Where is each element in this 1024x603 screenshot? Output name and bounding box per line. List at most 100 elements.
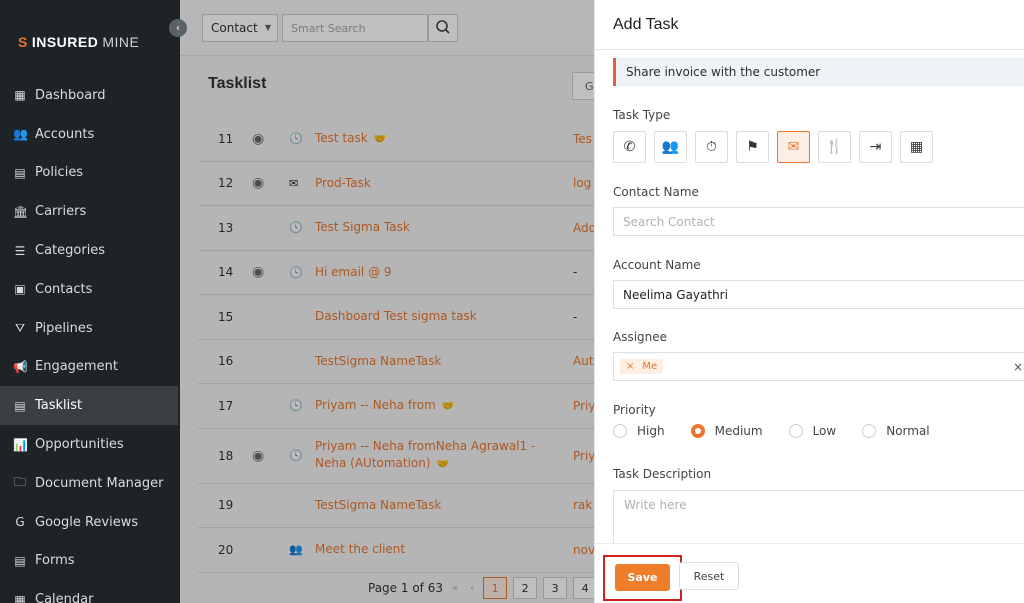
exit-icon: ⇥: [869, 139, 882, 155]
task-description-label: Task Description: [613, 467, 712, 481]
sidebar-item-label: Dashboard: [35, 87, 106, 103]
radio-label: Low: [812, 424, 837, 438]
sidebar-item-google-reviews[interactable]: G Google Reviews: [0, 503, 178, 542]
task-type-phone-button[interactable]: ✆: [613, 131, 646, 163]
contact-name-label: Contact Name: [613, 185, 699, 199]
sidebar-item-label: Engagement: [35, 359, 118, 375]
sidebar-item-label: Document Manager: [35, 475, 164, 491]
radio-circle[interactable]: [690, 424, 705, 438]
sidebar-item-label: Accounts: [35, 126, 95, 142]
calendar-icon: ▦: [14, 592, 26, 603]
contact-search-input[interactable]: Search Contact: [613, 207, 1024, 236]
task-type-clock-button[interactable]: ⏱: [695, 131, 728, 163]
task-type-exit-button[interactable]: ⇥: [859, 131, 892, 163]
clock-icon: ⏱: [706, 139, 717, 155]
sidebar-item-contacts[interactable]: ▣ Contacts: [0, 270, 178, 309]
assignee-chip[interactable]: × Me: [620, 359, 664, 374]
radio-label: Medium: [714, 424, 763, 438]
task-type-flag-button[interactable]: ⚑: [736, 131, 769, 163]
sidebar-item-engagement[interactable]: 📢 Engagement: [0, 348, 178, 387]
assignee-chip-label: Me: [642, 361, 658, 372]
drawer-footer: Save Reset: [595, 543, 1024, 603]
flag-icon: ⚑: [746, 139, 759, 155]
radio-label: Normal: [886, 424, 930, 438]
add-task-drawer: Add Task Share invoice with the customer…: [594, 0, 1024, 603]
account-name-label: Account Name: [613, 258, 701, 272]
pipelines-icon: ⛛: [14, 320, 26, 335]
reset-button[interactable]: Reset: [679, 562, 739, 590]
sidebar-item-label: Policies: [35, 165, 84, 181]
drawer-title: Add Task: [595, 0, 1024, 50]
chevron-left-icon: ‹: [176, 22, 180, 34]
sidebar-collapse-button[interactable]: ‹: [169, 19, 187, 37]
dashboard-icon: ▦: [14, 88, 26, 103]
priority-radio-group: High Medium Low Normal: [613, 424, 956, 438]
task-subject-field[interactable]: Share invoice with the customer: [613, 58, 1024, 86]
sidebar-item-label: Contacts: [35, 281, 93, 297]
task-type-grid-button[interactable]: ▦: [900, 131, 933, 163]
task-type-email-button[interactable]: ✉: [777, 131, 810, 163]
sidebar-item-label: Google Reviews: [35, 514, 139, 530]
radio-label: High: [637, 424, 665, 438]
sidebar-item-dashboard[interactable]: ▦ Dashboard: [0, 76, 178, 115]
account-name-field[interactable]: Neelima Gayathri: [613, 280, 1024, 309]
sidebar-item-carriers[interactable]: 🏛 Carriers: [0, 192, 178, 231]
email-icon: ✉: [787, 139, 800, 155]
sidebar-item-label: Carriers: [35, 204, 87, 220]
sidebar-item-label: Categories: [35, 243, 106, 259]
task-description-input[interactable]: Write here: [613, 490, 1024, 550]
chart-icon: 📊: [13, 437, 28, 452]
clear-icon[interactable]: ×: [1013, 360, 1023, 374]
save-button[interactable]: Save: [615, 564, 670, 591]
task-type-label: Task Type: [613, 108, 671, 122]
contacts-icon: ▣: [14, 282, 26, 297]
radio-circle[interactable]: [862, 424, 877, 438]
priority-normal-radio[interactable]: Normal: [862, 424, 930, 438]
sidebar: S INSURED MINE ▦ Dashboard 👥 Accounts ▤ Polici…: [0, 0, 180, 603]
chip-remove-icon[interactable]: ×: [626, 361, 634, 372]
sidebar-item-pipelines[interactable]: ⛛ Pipelines: [0, 309, 178, 348]
lunch-icon: 🍴: [825, 139, 844, 155]
task-type-group: ✆ 👥 ⏱ ⚑ ✉ 🍴 ⇥ ▦: [613, 131, 933, 163]
policies-icon: ▤: [14, 165, 26, 180]
logo-mark-icon: S: [18, 34, 28, 50]
carriers-icon: 🏛: [13, 204, 29, 219]
priority-label: Priority: [613, 403, 656, 417]
modal-backdrop[interactable]: [180, 0, 594, 603]
task-type-meeting-button[interactable]: 👥: [654, 131, 687, 163]
tasklist-icon: ▤: [14, 398, 26, 413]
sidebar-item-forms[interactable]: ▤ Forms: [0, 542, 178, 581]
sidebar-item-accounts[interactable]: 👥 Accounts: [0, 115, 178, 154]
categories-icon: ☰: [14, 243, 26, 258]
assignee-field[interactable]: × Me ×: [613, 352, 1024, 381]
brand-name-bold: INSURED: [31, 34, 99, 50]
folder-icon: 🗀: [13, 474, 26, 489]
forms-icon: ▤: [14, 553, 26, 568]
sidebar-item-policies[interactable]: ▤ Policies: [0, 154, 178, 193]
sidebar-nav: ▦ Dashboard 👥 Accounts ▤ Policies 🏛 Carriers ☰ Ca…: [0, 76, 178, 603]
assignee-label: Assignee: [613, 330, 668, 344]
megaphone-icon: 📢: [13, 359, 28, 374]
sidebar-item-calendar[interactable]: ▦ Calendar: [0, 580, 178, 603]
google-icon: G: [15, 515, 25, 530]
task-type-lunch-button[interactable]: 🍴: [818, 131, 851, 163]
sidebar-item-document-manager[interactable]: 🗀 Document Manager: [0, 464, 178, 503]
sidebar-item-categories[interactable]: ☰ Categories: [0, 231, 178, 270]
sidebar-item-tasklist[interactable]: ▤ Tasklist: [0, 386, 178, 426]
sidebar-item-label: Opportunities: [35, 437, 124, 453]
sidebar-item-label: Forms: [35, 553, 75, 569]
priority-high-radio[interactable]: High: [613, 424, 665, 438]
sidebar-item-label: Pipelines: [35, 320, 93, 336]
sidebar-item-label: Tasklist: [35, 398, 83, 414]
sidebar-item-opportunities[interactable]: 📊 Opportunities: [0, 425, 178, 464]
priority-low-radio[interactable]: Low: [788, 424, 837, 438]
sidebar-item-label: Calendar: [35, 592, 94, 603]
priority-medium-radio[interactable]: Medium: [690, 424, 763, 438]
brand-name-light: MINE: [102, 34, 140, 50]
radio-circle[interactable]: [613, 424, 627, 438]
radio-circle[interactable]: [788, 424, 803, 438]
brand-logo[interactable]: S INSURED MINE: [18, 34, 139, 50]
grid-icon: ▦: [909, 139, 924, 155]
accounts-icon: 👥: [13, 127, 28, 142]
meeting-icon: 👥: [661, 139, 680, 155]
